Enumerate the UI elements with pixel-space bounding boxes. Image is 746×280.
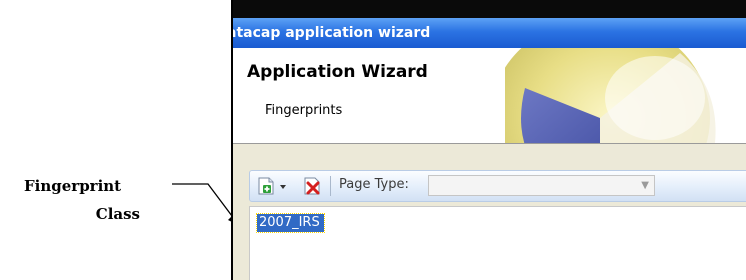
wizard-window: atacap application wizard Application Wi… — [231, 0, 746, 280]
wizard-banner-graphic — [505, 48, 716, 143]
callout-label-line2: Class — [95, 205, 140, 223]
delete-fingerprint-button[interactable] — [302, 176, 324, 196]
fingerprint-class-list[interactable]: 2007_IRS — [249, 206, 746, 280]
screenshot-stage: Fingerprint Class atacap application wiz… — [0, 0, 746, 280]
fingerprint-toolbar: Page Type: ▼ — [249, 170, 746, 202]
callout-label-line1: Fingerprint — [24, 177, 122, 195]
page-type-select[interactable]: ▼ — [428, 175, 655, 196]
window-top-edge — [233, 0, 746, 18]
add-page-icon — [258, 177, 286, 195]
delete-icon — [304, 177, 320, 195]
wizard-step-name: Fingerprints — [265, 103, 343, 118]
callout-label: Fingerprint Class — [24, 172, 140, 228]
window-title: atacap application wizard — [233, 25, 431, 41]
wizard-title: Application Wizard — [247, 62, 428, 82]
toolbar-separator — [330, 176, 331, 196]
chevron-down-icon: ▼ — [641, 180, 649, 191]
list-item[interactable]: 2007_IRS — [256, 213, 325, 233]
wizard-header: Application Wizard Fingerprints — [233, 48, 746, 143]
add-fingerprint-button[interactable] — [256, 176, 290, 196]
window-titlebar[interactable]: atacap application wizard — [233, 18, 746, 48]
page-type-label: Page Type: — [339, 177, 409, 192]
